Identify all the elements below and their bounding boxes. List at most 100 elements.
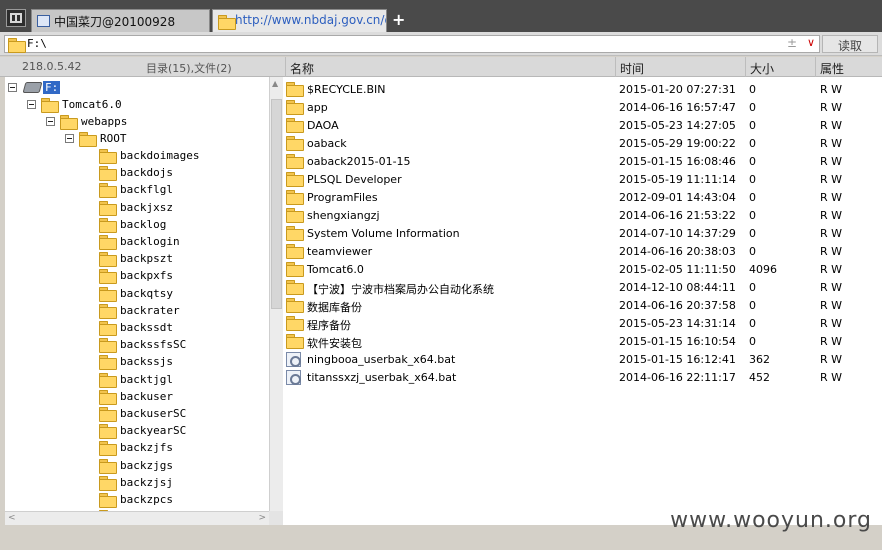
collapse-icon[interactable]	[8, 83, 17, 92]
folder-icon	[286, 100, 304, 116]
path-text: F:\	[27, 37, 47, 50]
file-row[interactable]: oaback2015-01-15 2015-01-15 16:08:46 0 R W	[283, 152, 882, 170]
file-time: 2015-05-19 11:11:14	[619, 173, 736, 186]
file-row[interactable]: 软件安装包 2015-01-15 16:10:54 0 R W	[283, 332, 882, 350]
file-time: 2014-06-16 20:37:58	[619, 299, 736, 312]
file-row[interactable]: DAOA 2015-05-23 14:27:05 0 R W	[283, 116, 882, 134]
folder-icon	[41, 98, 59, 114]
file-size: 0	[749, 209, 756, 222]
collapse-icon[interactable]	[27, 100, 36, 109]
folder-icon	[286, 208, 304, 224]
file-row[interactable]: shengxiangzj 2014-06-16 21:53:22 0 R W	[283, 206, 882, 224]
scroll-up-icon[interactable]: ▲	[272, 79, 278, 88]
column-time[interactable]: 时间	[615, 57, 745, 77]
file-row[interactable]: PLSQL Developer 2015-05-19 11:11:14 0 R W	[283, 170, 882, 188]
sidebar-toggle-button[interactable]	[6, 9, 26, 27]
file-row[interactable]: ningbooa_userbak_x64.bat 2015-01-15 16:12…	[283, 350, 882, 368]
file-row[interactable]: 数据库备份 2014-06-16 20:37:58 0 R W	[283, 296, 882, 314]
file-row[interactable]: ProgramFiles 2012-09-01 14:43:04 0 R W	[283, 188, 882, 206]
column-size[interactable]: 大小	[745, 57, 815, 77]
tree-node-label: backzjsj	[120, 475, 173, 489]
column-header: 218.0.5.42 目录(15),文件(2) 名称 时间 大小 属性	[0, 57, 882, 77]
file-attr: R W	[820, 155, 843, 168]
file-time: 2014-06-16 20:38:03	[619, 245, 736, 258]
file-attr: R W	[820, 137, 843, 150]
chevron-down-icon[interactable]: ∨	[807, 36, 815, 49]
file-attr: R W	[820, 335, 843, 348]
folder-icon	[99, 235, 117, 251]
folder-icon	[286, 118, 304, 134]
file-attr: R W	[820, 173, 843, 186]
tree-vertical-scrollbar[interactable]: ▲	[269, 77, 283, 511]
plus-minus-icon[interactable]: ±	[787, 36, 797, 50]
file-row[interactable]: app 2014-06-16 16:57:47 0 R W	[283, 98, 882, 116]
new-tab-button[interactable]: +	[392, 10, 405, 29]
folder-icon	[99, 269, 117, 285]
file-attr: R W	[820, 299, 843, 312]
folder-icon	[99, 149, 117, 165]
file-size: 0	[749, 119, 756, 132]
drive-icon	[22, 82, 43, 96]
folder-icon	[286, 334, 304, 350]
file-row[interactable]: $RECYCLE.BIN 2015-01-20 07:27:31 0 R W	[283, 80, 882, 98]
file-size: 0	[749, 173, 756, 186]
file-name: 软件安装包	[307, 337, 362, 350]
scroll-left-icon[interactable]: <	[8, 513, 16, 523]
tree-node-label: backlog	[120, 217, 167, 231]
tree-node-label: backzpcs	[120, 493, 173, 506]
folder-icon	[286, 172, 304, 188]
folder-icon	[286, 154, 304, 170]
tree-node-label: backyearSC	[120, 424, 187, 438]
tree-node-label: backuserSC	[120, 407, 187, 420]
read-button[interactable]: 读取	[822, 35, 878, 53]
scroll-thumb[interactable]	[271, 99, 282, 309]
folder-icon	[99, 183, 117, 199]
file-attr: R W	[820, 209, 843, 222]
tab-chopper[interactable]: 中国菜刀@20100928	[31, 9, 210, 32]
tree-node-label: Tomcat6.0	[62, 98, 122, 111]
file-row[interactable]: oaback 2015-05-29 19:00:22 0 R W	[283, 134, 882, 152]
file-size: 0	[749, 83, 756, 96]
folder-icon	[286, 136, 304, 152]
file-row[interactable]: teamviewer 2014-06-16 20:38:03 0 R W	[283, 242, 882, 260]
file-size: 0	[749, 317, 756, 330]
folder-icon	[99, 252, 117, 268]
collapse-icon[interactable]	[65, 134, 74, 143]
tree-node-label: backpszt	[120, 252, 173, 266]
tab-url[interactable]: http://www.nbdaj.gov.cn/dat...	[212, 9, 387, 32]
folder-icon	[79, 132, 97, 148]
file-size: 0	[749, 335, 756, 348]
file-row[interactable]: titanssxzj_userbak_x64.bat 2014-06-16 22:…	[283, 368, 882, 386]
tree-node-label: backtjgl	[120, 372, 173, 386]
folder-icon	[99, 493, 117, 509]
file-name: oaback	[307, 137, 347, 150]
file-row[interactable]: Tomcat6.0 2015-02-05 11:11:50 4096 R W	[283, 260, 882, 278]
tree-node-label: webapps	[81, 115, 128, 128]
folder-icon	[286, 316, 304, 332]
column-name[interactable]: 名称	[285, 57, 615, 77]
path-input[interactable]: F:\ ± ∨	[4, 35, 820, 53]
file-row[interactable]: 【宁波】宁波市档案局办公自动化系统 2014-12-10 08:44:11 0 R W	[283, 278, 882, 296]
tree-node-label: backlogin	[120, 235, 180, 248]
column-attr[interactable]: 属性	[815, 57, 882, 77]
file-size: 0	[749, 155, 756, 168]
folder-icon	[286, 82, 304, 98]
tree-node-label: backdojs	[120, 166, 173, 180]
scroll-right-icon[interactable]: >	[258, 513, 266, 523]
file-name: shengxiangzj	[307, 209, 380, 222]
file-attr: R W	[820, 227, 843, 240]
tree-horizontal-scrollbar[interactable]: < >	[5, 511, 269, 525]
file-attr: R W	[820, 317, 843, 330]
file-time: 2015-05-23 14:27:05	[619, 119, 736, 132]
tab-label: http://www.nbdaj.gov.cn/dat...	[235, 13, 386, 27]
file-time: 2012-09-01 14:43:04	[619, 191, 736, 204]
file-time: 2015-05-23 14:31:14	[619, 317, 736, 330]
directory-tree: F: Tomcat6.0 webapps ROOT backdoimages ba…	[5, 77, 269, 511]
tree-node-label: backuser	[120, 389, 173, 403]
folder-icon	[99, 286, 117, 303]
file-row[interactable]: 程序备份 2015-05-23 14:31:14 0 R W	[283, 314, 882, 332]
file-size: 0	[749, 191, 756, 204]
file-name: Tomcat6.0	[307, 263, 364, 276]
file-row[interactable]: System Volume Information 2014-07-10 14:3…	[283, 224, 882, 242]
collapse-icon[interactable]	[46, 117, 55, 126]
